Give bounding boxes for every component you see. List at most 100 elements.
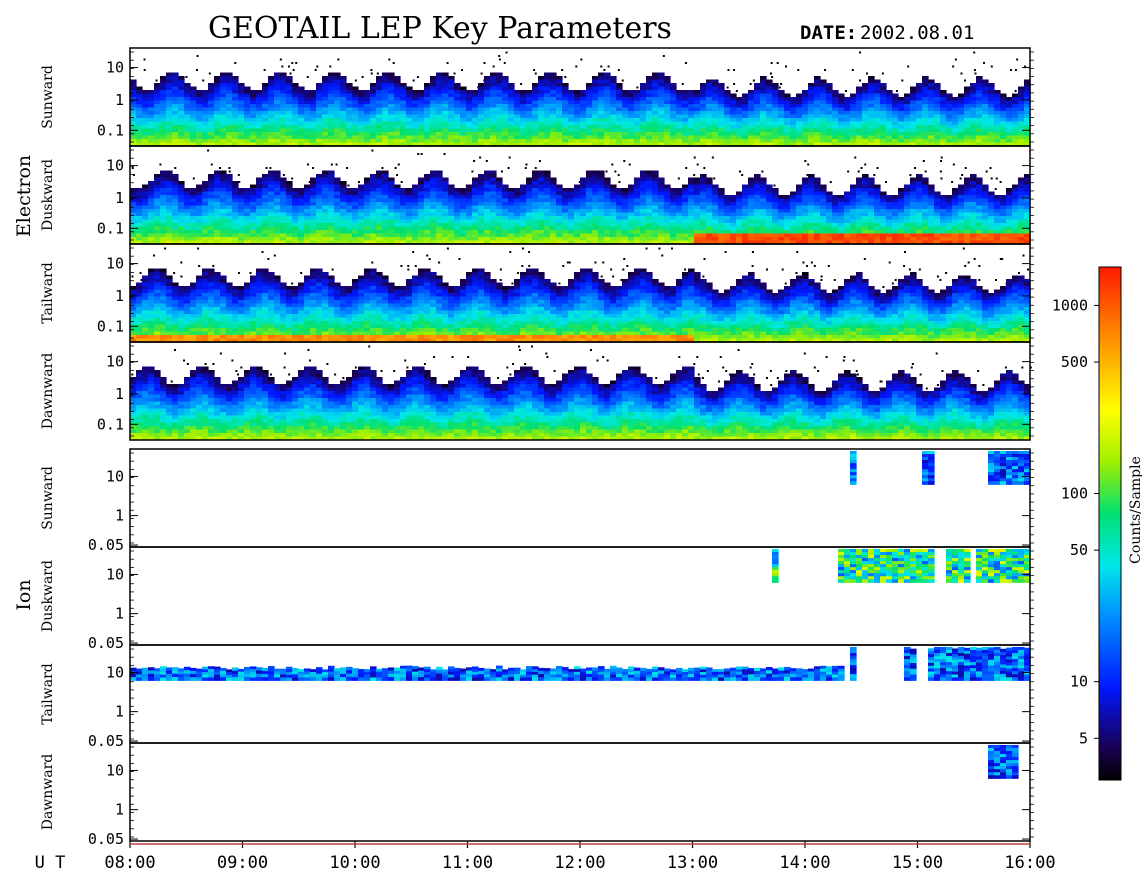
spectrum-cell (376, 237, 383, 242)
spectrum-cell (826, 97, 833, 102)
spectrum-cell (1000, 135, 1007, 140)
spectrum-cell (988, 118, 995, 123)
spectrum-cell (442, 181, 449, 186)
spectrum-cell (982, 111, 989, 116)
spectrum-cell (352, 237, 359, 242)
spectrum-cell (904, 114, 911, 119)
spectrum-cell (676, 132, 683, 137)
spectrum-cell (1006, 125, 1013, 130)
spectrum-cell (382, 233, 389, 238)
spectrum-cell (604, 132, 611, 137)
spectrum-cell (538, 212, 545, 217)
spectrum-cell (412, 209, 419, 214)
spectrum-cell (616, 114, 623, 119)
spectrum-cell (538, 111, 545, 116)
spectrum-cell (352, 111, 359, 116)
spectrum-cell (796, 107, 803, 112)
spectrum-cell (250, 90, 257, 95)
spectrum-cell (592, 86, 599, 91)
spectrum-cell (814, 226, 821, 231)
spectrum-cell (646, 177, 653, 182)
spectrum-cell (898, 114, 905, 119)
spectrum-cell (712, 104, 719, 109)
spectrum-cell (850, 111, 857, 116)
spectrum-cell (874, 118, 881, 123)
spectrum-cell (676, 93, 683, 98)
spectrum-cell (952, 125, 959, 130)
spectrum-cell (952, 104, 959, 109)
spectrum-cell (154, 226, 161, 231)
spectrum-cell (262, 198, 269, 203)
spectrum-cell (598, 107, 605, 112)
spectrum-cell (706, 237, 713, 242)
spectrum-cell (784, 104, 791, 109)
spectrum-cell (346, 114, 353, 119)
sparse-count-mark (778, 86, 781, 89)
spectrum-cell (694, 177, 701, 182)
spectrum-cell (448, 125, 455, 130)
spectrum-cell (922, 128, 929, 133)
spectrum-cell (268, 191, 275, 196)
spectrum-cell (736, 195, 743, 200)
spectrum-cell (862, 121, 869, 126)
spectrum-cell (532, 198, 539, 203)
spectrum-cell (280, 191, 287, 196)
spectrum-cell (502, 223, 509, 228)
spectrum-cell (262, 121, 269, 126)
spectrum-cell (478, 97, 485, 102)
spectrum-cell (766, 111, 773, 116)
spectrum-cell (700, 174, 707, 179)
spectrum-cell (244, 135, 251, 140)
spectrum-cell (586, 226, 593, 231)
spectrum-cell (340, 216, 347, 221)
spectrum-cell (730, 132, 737, 137)
spectrum-cell (184, 107, 191, 112)
spectrum-cell (382, 79, 389, 84)
spectrum-cell (418, 135, 425, 140)
spectrum-cell (436, 233, 443, 238)
spectrum-cell (370, 195, 377, 200)
spectrum-cell (346, 93, 353, 98)
spectrum-cell (532, 132, 539, 137)
spectrum-cell (592, 233, 599, 238)
spectrum-cell (514, 237, 521, 242)
spectrum-cell (412, 111, 419, 116)
spectrum-cell (436, 128, 443, 133)
spectrum-cell (484, 191, 491, 196)
spectrum-cell (658, 83, 665, 88)
spectrum-cell (628, 139, 635, 144)
spectrum-cell (316, 188, 323, 193)
spectrum-cell (160, 198, 167, 203)
spectrum-cell (226, 177, 233, 182)
spectrum-cell (346, 132, 353, 137)
spectrum-cell (616, 111, 623, 116)
spectrum-cell (472, 121, 479, 126)
spectrum-cell (982, 139, 989, 144)
spectrum-cell (244, 93, 251, 98)
spectrum-cell (178, 181, 185, 186)
spectrum-cell (292, 212, 299, 217)
sparse-count-mark (287, 65, 290, 68)
spectrum-cell (136, 198, 143, 203)
spectrum-cell (472, 132, 479, 137)
spectrum-cell (400, 97, 407, 102)
spectrum-cell (922, 100, 929, 105)
spectrum-cell (298, 107, 305, 112)
spectrum-cell (712, 198, 719, 203)
spectrum-cell (778, 233, 785, 238)
spectrum-cell (658, 237, 665, 242)
spectrum-cell (490, 86, 497, 91)
spectrum-cell (940, 132, 947, 137)
spectrum-cell (328, 79, 335, 84)
spectrum-cell (532, 139, 539, 144)
spectrum-cell (688, 209, 695, 214)
spectrum-cell (184, 216, 191, 221)
spectrum-cell (928, 104, 935, 109)
spectrum-cell (520, 205, 527, 210)
spectrum-cell (412, 202, 419, 207)
spectrum-cell (688, 177, 695, 182)
spectrum-cell (190, 209, 197, 214)
spectrum-cell (238, 223, 245, 228)
spectrum-cell (658, 128, 665, 133)
spectrum-cell (694, 205, 701, 210)
